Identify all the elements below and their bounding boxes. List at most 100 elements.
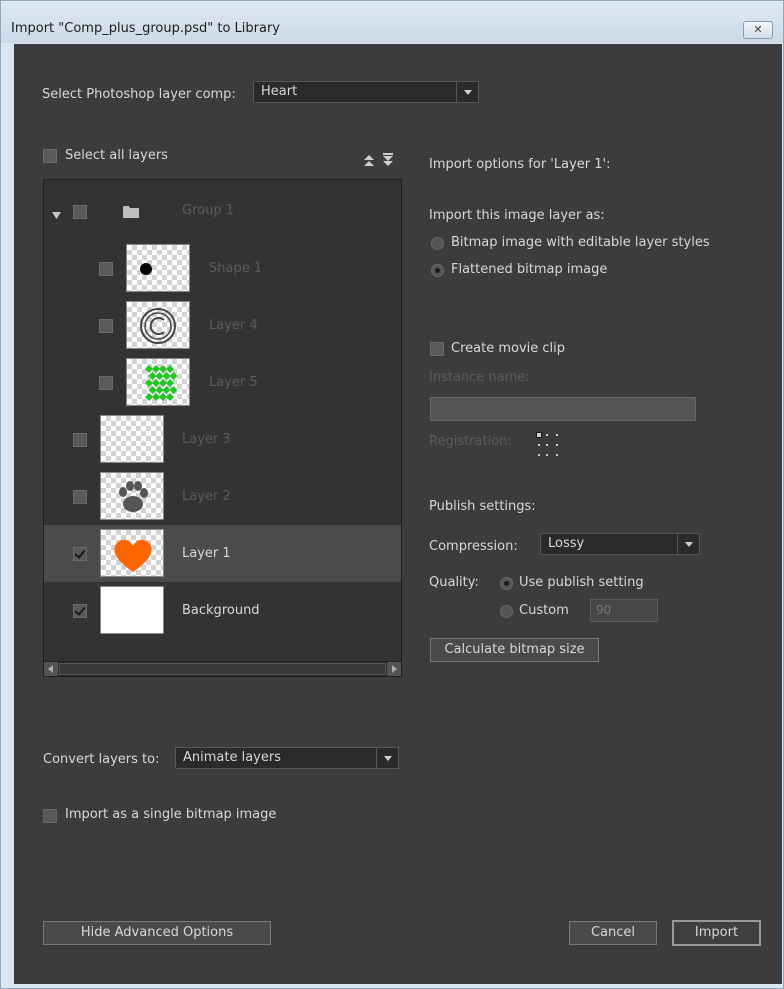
single-bitmap-label: Import as a single bitmap image xyxy=(65,807,277,822)
custom-quality-radio[interactable] xyxy=(500,605,513,618)
layer-thumbnail xyxy=(100,472,164,520)
registration-label: Registration: xyxy=(429,434,512,449)
dialog-body: Select Photoshop layer comp: Heart Selec… xyxy=(14,44,782,984)
instance-name-input[interactable] xyxy=(430,397,696,421)
import-dialog-window: Import "Comp_plus_group.psd" to Library … xyxy=(0,0,784,989)
layer-thumbnail xyxy=(100,586,164,634)
create-movie-clip-checkbox[interactable] xyxy=(430,342,444,356)
layer-row-layer-3[interactable]: Layer 3 xyxy=(44,411,401,468)
layer-name: Layer 2 xyxy=(182,489,231,504)
collapse-all-icon[interactable] xyxy=(364,155,374,167)
diamond-shape xyxy=(166,379,174,387)
layer-list[interactable]: Group 1 Shape 1 Layer 4 Layer 5 Layer 3 … xyxy=(43,179,402,677)
compression-label: Compression: xyxy=(429,539,518,554)
diamond-shape xyxy=(155,386,164,394)
calculate-bitmap-size-button[interactable]: Calculate bitmap size xyxy=(430,638,599,662)
scroll-right-icon[interactable] xyxy=(387,662,401,676)
import-button[interactable]: Import xyxy=(672,920,761,946)
chevron-down-icon xyxy=(376,748,398,768)
layer-row-layer-4[interactable]: Layer 4 xyxy=(44,297,401,354)
layer-checkbox[interactable] xyxy=(73,547,87,561)
import-as-label: Import this image layer as: xyxy=(429,208,605,223)
convert-layers-label: Convert layers to: xyxy=(43,752,160,767)
hide-advanced-options-button[interactable]: Hide Advanced Options xyxy=(43,921,271,945)
diamond-shape xyxy=(145,393,153,401)
scroll-left-icon[interactable] xyxy=(44,662,58,676)
layer-checkbox[interactable] xyxy=(73,490,87,504)
diamond-shape xyxy=(169,386,178,394)
layer-comp-label: Select Photoshop layer comp: xyxy=(42,87,236,102)
layer-thumbnail xyxy=(100,415,164,463)
compression-value: Lossy xyxy=(548,536,585,551)
layer-thumbnail xyxy=(126,358,190,406)
layer-thumbnail xyxy=(100,529,164,577)
flattened-label: Flattened bitmap image xyxy=(451,262,608,277)
layer-thumbnail xyxy=(126,244,190,292)
close-icon: ✕ xyxy=(753,23,763,36)
custom-quality-input[interactable]: 90 xyxy=(590,599,658,622)
layer-comp-dropdown[interactable]: Heart xyxy=(253,81,479,103)
close-button[interactable]: ✕ xyxy=(743,21,773,39)
diamond-shape xyxy=(159,379,167,387)
convert-layers-dropdown[interactable]: Animate layers xyxy=(175,747,399,769)
diamond-shape xyxy=(159,365,167,373)
diamond-shape xyxy=(152,379,160,387)
scrollbar-thumb[interactable] xyxy=(59,663,386,675)
layer-row-layer-1[interactable]: Layer 1 xyxy=(44,525,401,582)
layer-name: Background xyxy=(182,603,260,618)
single-bitmap-checkbox[interactable] xyxy=(43,809,57,823)
diamond-shape xyxy=(152,393,160,401)
cancel-button[interactable]: Cancel xyxy=(569,921,657,945)
diamond-shape xyxy=(162,372,171,380)
diamond-shape xyxy=(166,393,174,401)
layer-comp-value: Heart xyxy=(261,84,298,99)
layer-checkbox[interactable] xyxy=(73,433,87,447)
chevron-down-icon xyxy=(456,82,478,102)
publish-settings-header: Publish settings: xyxy=(429,499,536,514)
layer-row-layer-5[interactable]: Layer 5 xyxy=(44,354,401,411)
horizontal-scrollbar[interactable] xyxy=(44,661,401,676)
layer-checkbox[interactable] xyxy=(99,319,113,333)
title-bar[interactable]: Import "Comp_plus_group.psd" to Library … xyxy=(1,1,783,43)
layer-checkbox[interactable] xyxy=(99,262,113,276)
diamond-pattern xyxy=(145,365,178,401)
use-publish-setting-label: Use publish setting xyxy=(519,575,644,590)
diamond-shape xyxy=(148,386,157,394)
import-options-header: Import options for 'Layer 1': xyxy=(429,157,611,172)
layer-name: Group 1 xyxy=(182,203,234,218)
disclosure-triangle-icon[interactable] xyxy=(52,208,61,223)
registration-grid-icon[interactable] xyxy=(536,432,562,462)
convert-layers-value: Animate layers xyxy=(183,750,281,765)
layer-name: Layer 3 xyxy=(182,432,231,447)
diamond-shape xyxy=(145,365,153,373)
diamond-shape xyxy=(152,365,160,373)
diamond-shape xyxy=(145,379,153,387)
layer-name: Layer 4 xyxy=(209,318,258,333)
layer-checkbox[interactable] xyxy=(73,604,87,618)
select-all-label: Select all layers xyxy=(65,148,168,163)
select-all-checkbox[interactable] xyxy=(43,149,57,163)
diamond-shape xyxy=(166,365,174,373)
expand-all-icon[interactable] xyxy=(383,153,393,167)
compression-dropdown[interactable]: Lossy xyxy=(540,533,700,555)
diamond-shape xyxy=(159,393,167,401)
layer-name: Layer 1 xyxy=(182,546,231,561)
use-publish-setting-radio[interactable] xyxy=(500,577,513,590)
quality-label: Quality: xyxy=(429,575,479,590)
layer-row-group-1[interactable]: Group 1 xyxy=(44,183,401,240)
chevron-down-icon xyxy=(677,534,699,554)
diamond-shape xyxy=(148,372,157,380)
layer-checkbox[interactable] xyxy=(73,205,87,219)
folder-icon xyxy=(123,205,139,222)
layer-row-shape-1[interactable]: Shape 1 xyxy=(44,240,401,297)
layer-row-layer-2[interactable]: Layer 2 xyxy=(44,468,401,525)
layer-name: Layer 5 xyxy=(209,375,258,390)
bitmap-editable-radio[interactable] xyxy=(431,237,444,250)
bitmap-editable-label: Bitmap image with editable layer styles xyxy=(451,235,710,250)
flattened-radio[interactable] xyxy=(431,264,444,277)
layer-row-background[interactable]: Background xyxy=(44,582,401,639)
create-movie-clip-label: Create movie clip xyxy=(451,341,566,356)
layer-checkbox[interactable] xyxy=(99,376,113,390)
diamond-shape xyxy=(155,372,164,380)
custom-quality-label: Custom xyxy=(519,603,569,618)
